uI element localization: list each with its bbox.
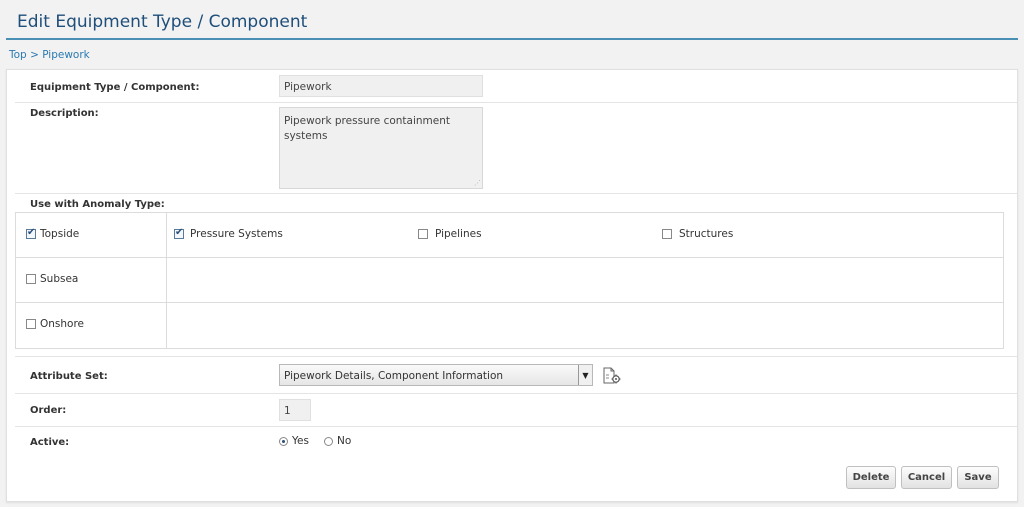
chevron-down-icon[interactable]: ▼ (578, 365, 592, 385)
divider (15, 102, 1017, 103)
checkbox-icon[interactable] (26, 319, 36, 329)
pressure-systems-checkbox[interactable]: Pressure Systems (174, 227, 283, 240)
divider (15, 193, 1017, 194)
structures-label: Structures (679, 228, 734, 240)
anomaly-type-label: Use with Anomaly Type: (30, 199, 165, 210)
grid-divider (166, 213, 167, 348)
equipment-type-input[interactable]: Pipework (279, 75, 483, 97)
description-label: Description: (30, 108, 99, 119)
pipelines-label: Pipelines (435, 228, 482, 240)
pressure-systems-label: Pressure Systems (190, 228, 283, 240)
pipelines-checkbox[interactable]: Pipelines (418, 228, 482, 240)
breadcrumb-top-link[interactable]: Top (9, 49, 27, 61)
equipment-type-label: Equipment Type / Component: (30, 82, 200, 93)
resize-grip-icon[interactable]: ⋰ (474, 180, 481, 187)
cancel-button[interactable]: Cancel (901, 466, 952, 489)
edit-form-panel: Equipment Type / Component: Pipework Des… (6, 69, 1018, 502)
radio-selected-icon[interactable] (279, 436, 288, 446)
document-gear-icon[interactable] (602, 367, 622, 385)
description-text: Pipework pressure containment systems (284, 115, 451, 142)
page-header: Edit Equipment Type / Component (0, 0, 1024, 44)
active-label: Active: (30, 437, 70, 448)
active-no-radio[interactable]: No (324, 435, 351, 447)
subsea-label: Subsea (40, 273, 79, 285)
checkbox-checked-icon[interactable] (26, 227, 36, 239)
header-divider (6, 38, 1018, 40)
attribute-set-select[interactable]: Pipework Details, Component Information … (279, 364, 593, 386)
checkbox-icon[interactable] (662, 229, 672, 239)
topside-checkbox[interactable]: Topside (26, 227, 80, 240)
order-input[interactable]: 1 (279, 399, 311, 421)
grid-divider (16, 257, 1003, 258)
checkbox-icon[interactable] (26, 274, 36, 284)
active-yes-label: Yes (292, 435, 309, 447)
subsea-checkbox[interactable]: Subsea (26, 273, 78, 285)
checkbox-icon[interactable] (418, 229, 428, 239)
attribute-set-label: Attribute Set: (30, 371, 108, 382)
onshore-label: Onshore (40, 318, 85, 330)
breadcrumb: Top > Pipework (9, 49, 90, 61)
divider (15, 426, 1017, 427)
divider (15, 356, 1017, 357)
topside-label: Topside (40, 228, 80, 240)
active-yes-radio[interactable]: Yes (279, 435, 309, 447)
save-button[interactable]: Save (957, 466, 999, 489)
delete-button[interactable]: Delete (846, 466, 896, 489)
radio-icon[interactable] (324, 436, 333, 446)
page-title: Edit Equipment Type / Component (17, 12, 308, 32)
description-textarea[interactable]: Pipework pressure containment systems ⋰ (279, 107, 483, 189)
attribute-set-value: Pipework Details, Component Information (284, 370, 504, 382)
breadcrumb-current[interactable]: > Pipework (30, 49, 90, 61)
grid-divider (16, 302, 1003, 303)
checkbox-checked-icon[interactable] (174, 227, 184, 239)
divider (15, 393, 1017, 394)
order-label: Order: (30, 405, 67, 416)
onshore-checkbox[interactable]: Onshore (26, 318, 84, 330)
structures-checkbox[interactable]: Structures (662, 228, 733, 240)
anomaly-type-grid: Topside Pressure Systems Pipelines Struc… (15, 212, 1004, 349)
active-no-label: No (337, 435, 352, 447)
